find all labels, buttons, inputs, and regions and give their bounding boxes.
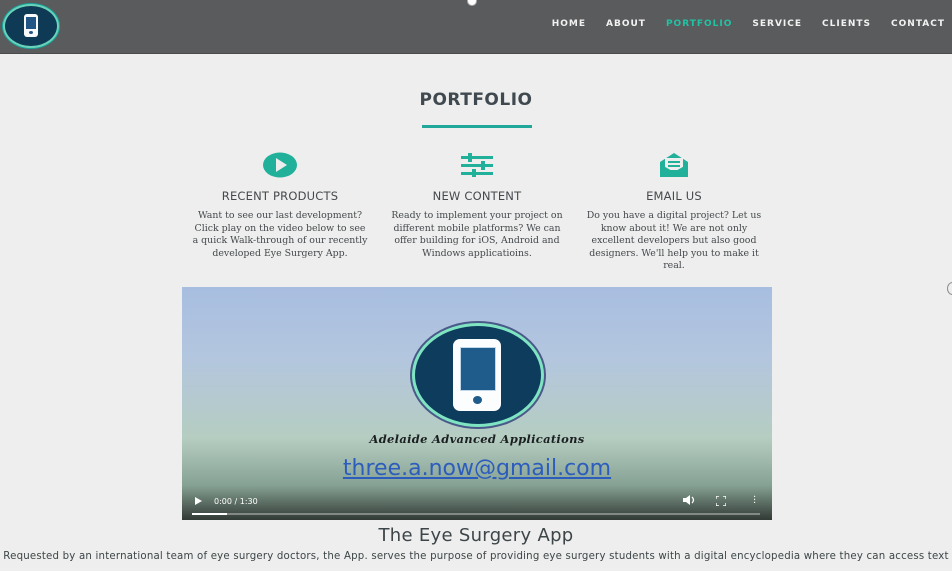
feature-text: Do you have a digital project? Let us kn… [586, 210, 762, 272]
3a-phone-logo-icon [412, 323, 544, 427]
section-title: PORTFOLIO [419, 90, 533, 110]
fullscreen-icon[interactable] [716, 496, 726, 506]
video-brand-text: Adelaide Advanced Applications [369, 432, 585, 446]
video-email-text: three.a.now@gmail.com [342, 456, 612, 481]
feature-title: EMAIL US [646, 189, 702, 203]
video-controls: 0:00 / 1:30 · · · [182, 486, 772, 520]
app-title: The Eye Surgery App [378, 525, 574, 546]
video-time: 0:00 / 1:30 [214, 497, 258, 506]
feature-text: Ready to implement your project on diffe… [391, 210, 563, 259]
app-description: Requested by an international team of ey… [3, 551, 949, 562]
nav-portfolio[interactable]: PORTFOLIO [666, 19, 732, 29]
title-underline [422, 125, 532, 128]
3a-phone-logo-icon[interactable] [3, 4, 59, 48]
feature-email-us: EMAIL US Do you have a digital project? … [586, 148, 762, 273]
main-menu: HOME ABOUT PORTFOLIO SERVICE CLIENTS CON… [532, 19, 945, 29]
scroll-indicator [467, 0, 477, 6]
edge-circle-icon [947, 282, 952, 295]
video-player[interactable]: Adelaide Advanced Applications three.a.n… [182, 287, 772, 520]
nav-contact[interactable]: CONTACT [891, 19, 945, 29]
nav-service[interactable]: SERVICE [752, 19, 802, 29]
volume-icon[interactable] [682, 494, 696, 506]
feature-recent-products: RECENT PRODUCTS Want to see our last dev… [192, 148, 368, 260]
feature-text: Want to see our last development? Click … [192, 210, 368, 259]
video-progress-fill [192, 513, 227, 515]
more-options-icon[interactable]: · · · [753, 493, 756, 509]
nav-clients[interactable]: CLIENTS [822, 19, 871, 29]
envelope-open-icon [586, 148, 762, 182]
nav-home[interactable]: HOME [552, 19, 586, 29]
sliders-icon [389, 148, 565, 182]
play-circle-icon [192, 148, 368, 182]
feature-new-content: NEW CONTENT Ready to implement your proj… [389, 148, 565, 260]
top-navbar: HOME ABOUT PORTFOLIO SERVICE CLIENTS CON… [0, 0, 952, 54]
nav-about[interactable]: ABOUT [606, 19, 646, 29]
video-progress-bar[interactable] [192, 513, 760, 515]
feature-title: NEW CONTENT [432, 189, 522, 203]
play-icon[interactable] [195, 497, 202, 505]
feature-title: RECENT PRODUCTS [221, 189, 339, 203]
